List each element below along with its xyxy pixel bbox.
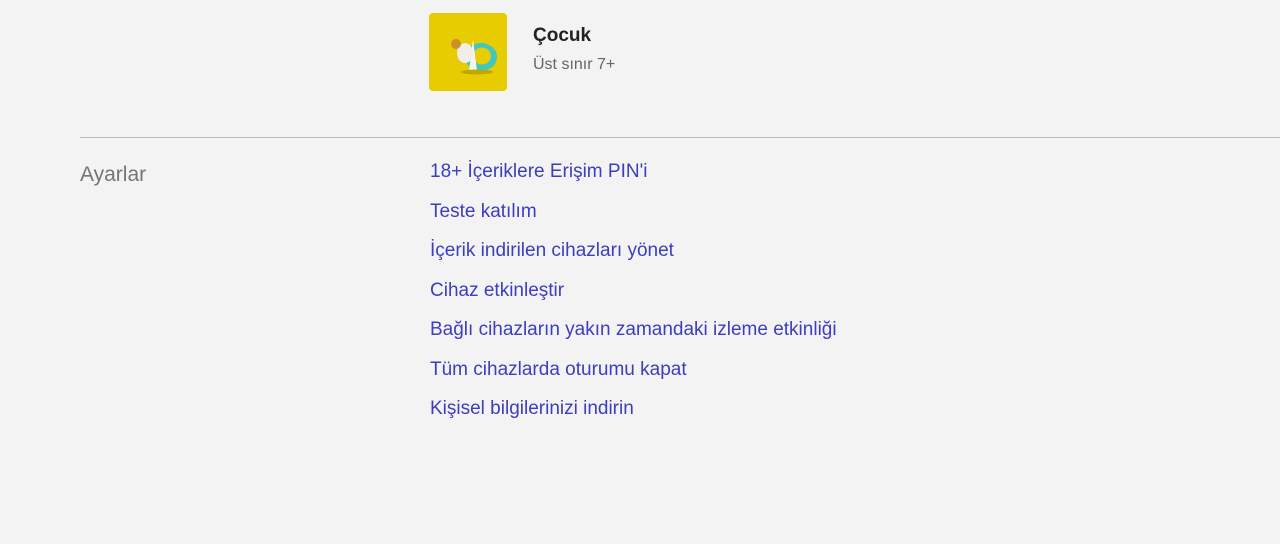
section-divider [80,137,1280,138]
manage-download-devices-link[interactable]: İçerik indirilen cihazları yönet [430,240,674,261]
settings-section-label: Ayarlar [80,163,147,186]
settings-item: Tüm cihazlarda oturumu kapat [430,357,837,397]
settings-item: Teste katılım [430,199,837,239]
test-participation-link[interactable]: Teste katılım [430,201,537,222]
kids-profile-avatar[interactable] [429,13,507,91]
settings-item: 18+ İçeriklere Erişim PIN'i [430,159,837,199]
profile-row[interactable]: Çocuk Üst sınır 7+ [429,13,615,91]
settings-item: Bağlı cihazların yakın zamandaki izleme … [430,317,837,357]
kids-profile-icon [429,13,507,91]
sign-out-all-devices-link[interactable]: Tüm cihazlarda oturumu kapat [430,359,687,380]
profile-info: Çocuk Üst sınır 7+ [533,25,616,75]
settings-item: Kişisel bilgilerinizi indirin [430,396,837,436]
profile-name[interactable]: Çocuk [533,24,615,48]
settings-item: Cihaz etkinleştir [430,278,837,318]
adult-content-pin-link[interactable]: 18+ İçeriklere Erişim PIN'i [430,161,647,182]
account-page: Çocuk Üst sınır 7+ Ayarlar 18+ İçerikler… [0,0,1280,544]
settings-item: İçerik indirilen cihazları yönet [430,238,837,278]
settings-links-list: 18+ İçeriklere Erişim PIN'i Teste katılı… [430,159,837,436]
activate-device-link[interactable]: Cihaz etkinleştir [430,280,564,301]
profile-maturity-limit: Üst sınır 7+ [533,55,616,73]
recent-streaming-activity-link[interactable]: Bağlı cihazların yakın zamandaki izleme … [430,319,837,340]
download-personal-info-link[interactable]: Kişisel bilgilerinizi indirin [430,398,634,419]
